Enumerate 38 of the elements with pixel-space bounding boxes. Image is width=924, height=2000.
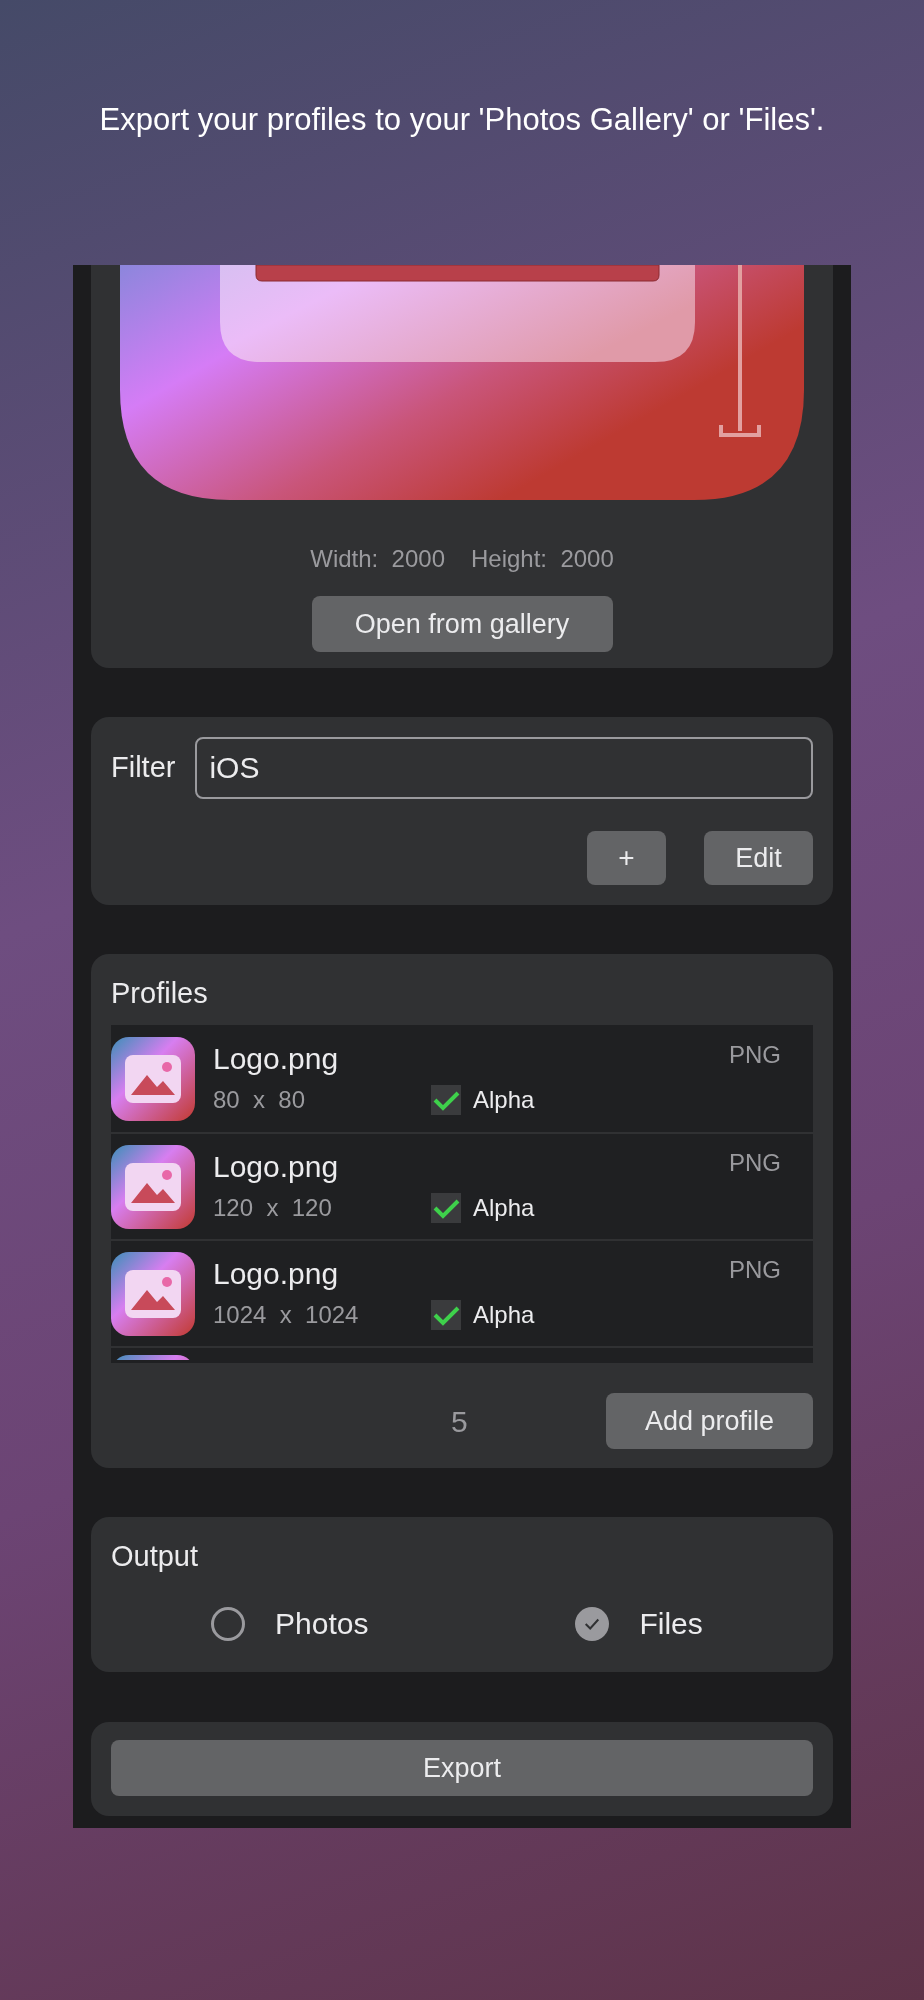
edit-button[interactable]: Edit: [704, 831, 813, 885]
profile-name: Logo.png: [213, 1255, 339, 1292]
profile-size: 80 x 80: [213, 1084, 307, 1115]
image-thumbnail-icon: [111, 1144, 195, 1229]
caption-text: Export your profiles to your 'Photos Gallery' or 'Files'.: [99, 101, 825, 139]
profile-size: 120 x 120: [213, 1192, 333, 1223]
alpha-label: Alpha: [473, 1192, 535, 1223]
filter-label: Filter: [111, 750, 176, 786]
profile-row[interactable]: Logo.png PNG 120 x 120 Alpha: [111, 1132, 813, 1239]
profile-name: Logo.png: [213, 1040, 339, 1077]
alpha-checkbox[interactable]: [431, 1299, 461, 1330]
profiles-title: Profiles: [111, 976, 209, 1011]
profile-format: PNG: [729, 1147, 781, 1178]
add-button[interactable]: +: [587, 831, 666, 885]
alpha-label: Alpha: [473, 1299, 535, 1330]
image-thumbnail-icon: [111, 1036, 195, 1121]
output-title: Output: [111, 1539, 200, 1574]
radio-button[interactable]: [575, 1606, 610, 1641]
radio-label: Files: [639, 1606, 703, 1642]
profile-name: Logo.png: [213, 1148, 339, 1185]
profile-format: PNG: [729, 1039, 781, 1070]
image-thumbnail-icon: [111, 1251, 195, 1336]
radio-button[interactable]: [211, 1606, 245, 1641]
profile-row[interactable]: Logo.png PNG 80 x 80 Alpha: [111, 1025, 813, 1132]
profile-count: 5: [451, 1403, 468, 1440]
profile-format: PNG: [729, 1254, 781, 1285]
radio-label: Photos: [275, 1606, 369, 1642]
open-from-gallery-button[interactable]: Open from gallery: [311, 596, 613, 652]
profile-row[interactable]: Logo.png PNG 1024 x 1024 Alpha: [111, 1239, 813, 1346]
alpha-checkbox[interactable]: [431, 1192, 461, 1223]
height-text: Height: 2000: [471, 544, 614, 574]
profile-size: 1024 x 1024: [213, 1299, 360, 1330]
export-button[interactable]: Export: [111, 1740, 813, 1796]
alpha-checkbox[interactable]: [431, 1084, 461, 1115]
add-profile-button[interactable]: Add profile: [606, 1393, 813, 1449]
alpha-label: Alpha: [473, 1084, 535, 1115]
width-text: Width: 2000: [310, 544, 445, 574]
filter-field[interactable]: iOS: [195, 737, 813, 799]
